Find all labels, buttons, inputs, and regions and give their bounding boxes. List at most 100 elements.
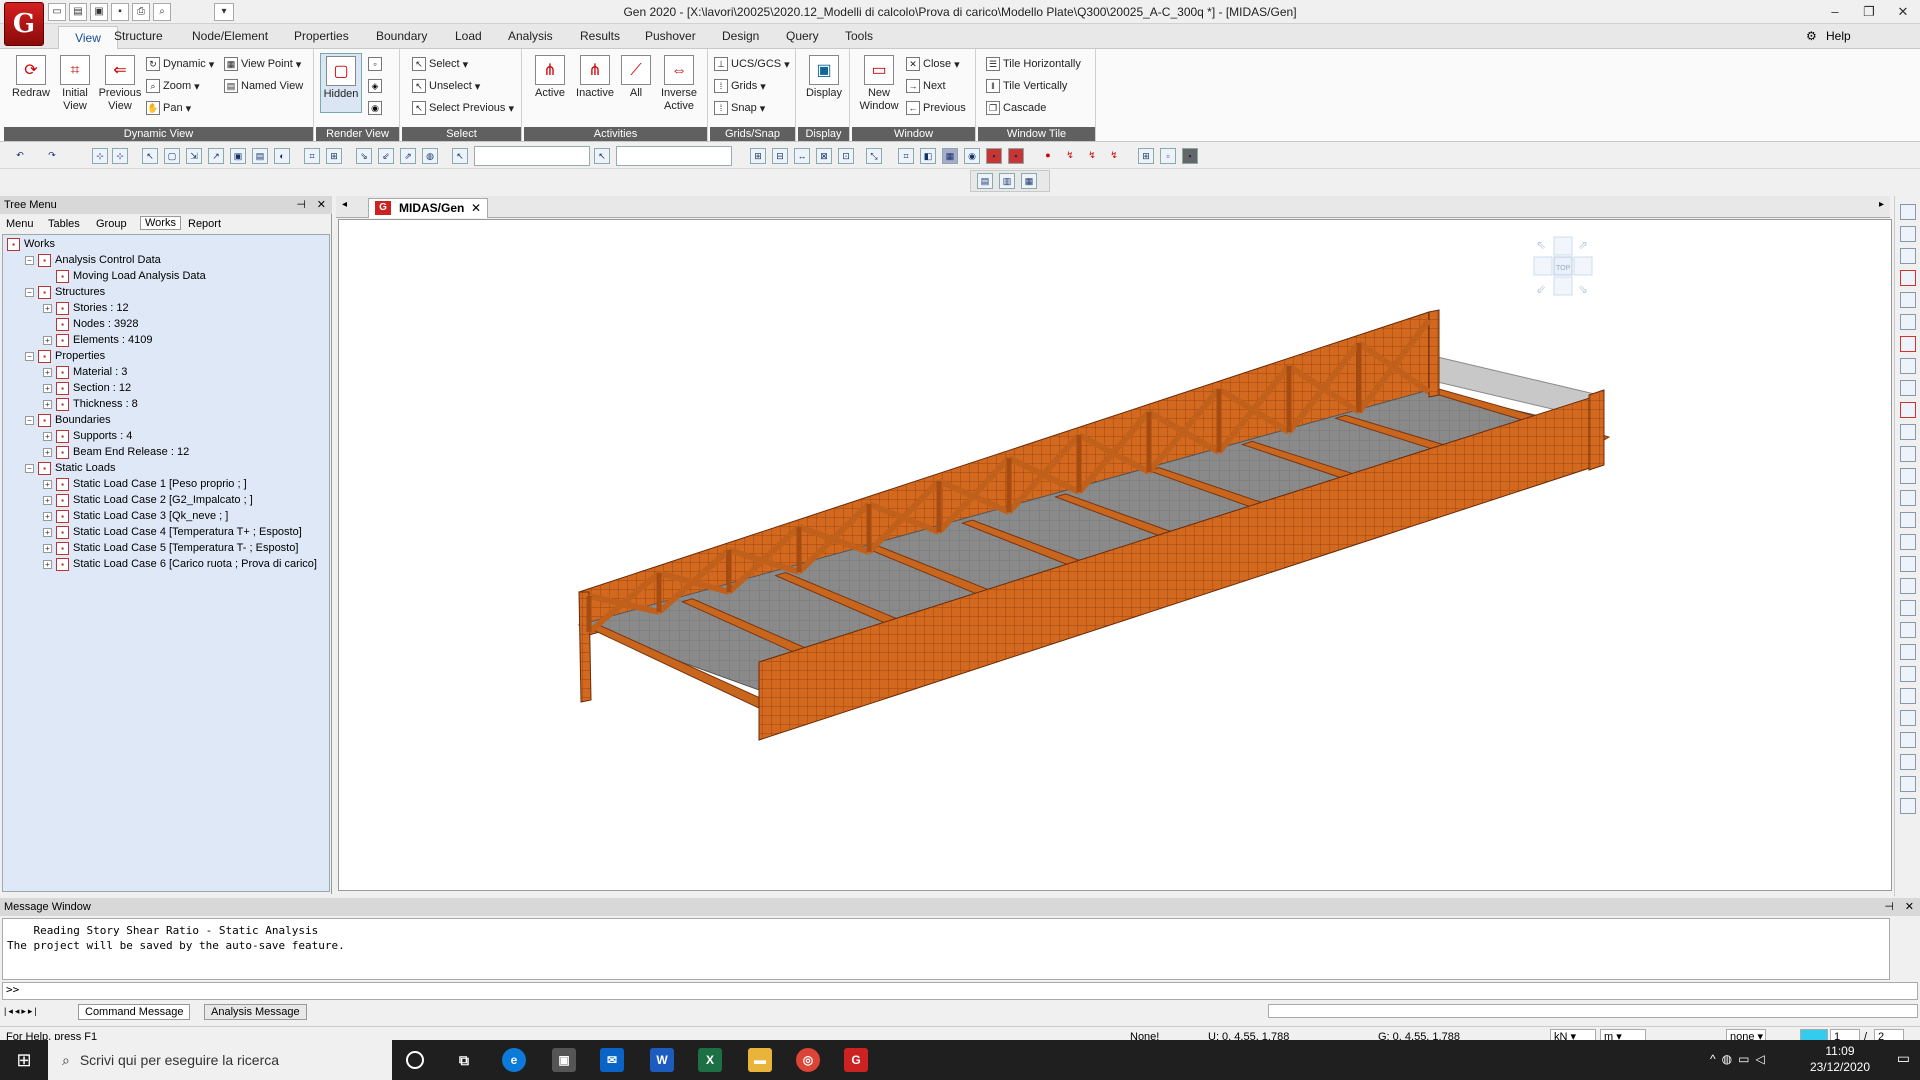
side-tool-icon[interactable]: [1900, 226, 1916, 242]
tab-pushover[interactable]: Pushover: [645, 29, 696, 43]
tree-node[interactable]: + ▪ Static Load Case 3 [Qk_neve ; ]: [43, 509, 228, 523]
tree-expander-icon[interactable]: −: [25, 255, 34, 265]
tree-expander-icon[interactable]: −: [25, 415, 34, 425]
dynamic-button[interactable]: ↻ Dynamic ▾: [146, 55, 214, 73]
side-tool-icon[interactable]: [1900, 688, 1916, 704]
tree-node[interactable]: − ▪ Structures: [25, 285, 105, 299]
tool-icon[interactable]: ▪: [986, 148, 1002, 164]
tree-node[interactable]: + ▪ Thickness : 8: [43, 397, 138, 411]
store-icon[interactable]: ▣: [552, 1048, 576, 1072]
unselect-button[interactable]: ↖ Unselect ▾: [412, 77, 480, 95]
render-options-icon[interactable]: ◉: [368, 101, 382, 115]
tab-query[interactable]: Query: [786, 29, 819, 43]
tool-icon[interactable]: ◉: [964, 148, 980, 164]
inactive-button[interactable]: ⋔ Inactive: [572, 55, 618, 100]
tree-expander-icon[interactable]: +: [43, 399, 52, 409]
pin-icon[interactable]: ⊣: [1884, 898, 1894, 916]
midas-taskbar-icon[interactable]: G: [844, 1048, 868, 1072]
side-tool-icon[interactable]: [1900, 556, 1916, 572]
tree-node[interactable]: ▪ Works: [7, 237, 55, 251]
tree-tab-group[interactable]: Group: [96, 218, 127, 230]
tree-tab-report[interactable]: Report: [188, 218, 221, 230]
tool-icon[interactable]: ⇗: [400, 148, 416, 164]
tool-icon[interactable]: ▦: [942, 148, 958, 164]
tree-expander-icon[interactable]: +: [43, 479, 52, 489]
tool-icon[interactable]: ↯: [1084, 148, 1100, 164]
side-tool-icon[interactable]: [1900, 380, 1916, 396]
tree-node[interactable]: + ▪ Section : 12: [43, 381, 131, 395]
perspective-icon[interactable]: ◈: [368, 79, 382, 93]
tree-expander-icon[interactable]: −: [25, 287, 34, 297]
file-explorer-icon[interactable]: ▬: [748, 1048, 772, 1072]
redraw-button[interactable]: ⟳ Redraw: [8, 55, 54, 100]
side-tool-icon[interactable]: [1900, 358, 1916, 374]
excel-icon[interactable]: X: [698, 1048, 722, 1072]
view-point-button[interactable]: ▦ View Point ▾: [224, 55, 301, 73]
side-tool-icon[interactable]: [1900, 776, 1916, 792]
tree-expander-icon[interactable]: +: [43, 543, 52, 553]
select-tool-icon[interactable]: ↖: [452, 148, 468, 164]
tree-node[interactable]: +▪Moving Load Analysis Data: [43, 269, 206, 283]
tree-tab-works[interactable]: Works: [140, 216, 181, 230]
taskbar-clock[interactable]: 11:09 23/12/2020: [1810, 1043, 1870, 1075]
named-view-button[interactable]: ▤ Named View: [224, 77, 303, 95]
side-tool-icon[interactable]: [1900, 336, 1916, 352]
tool-icon[interactable]: ▤: [977, 173, 993, 189]
bridge-model[interactable]: TOP ⇖ ⇗ ⇙ ⇘: [339, 220, 1891, 890]
side-tool-icon[interactable]: [1900, 314, 1916, 330]
inverse-active-button[interactable]: ⇔ Inverse Active: [654, 55, 704, 113]
side-tool-icon[interactable]: [1900, 468, 1916, 484]
tool-icon[interactable]: ▪: [1008, 148, 1024, 164]
tool-icon[interactable]: ◍: [422, 148, 438, 164]
pick-icon[interactable]: ↖: [594, 148, 610, 164]
tree-node[interactable]: − ▪ Boundaries: [25, 413, 111, 427]
side-tool-icon[interactable]: [1900, 600, 1916, 616]
edge-icon[interactable]: e: [502, 1048, 526, 1072]
shrink-icon[interactable]: ▫: [368, 57, 382, 71]
hidden-button[interactable]: ▢ Hidden: [320, 53, 362, 113]
tree-node[interactable]: + ▪ Static Load Case 4 [Temperatura T+ ; E…: [43, 525, 302, 539]
initial-view-button[interactable]: ⌗ Initial View: [54, 55, 96, 113]
tab-properties[interactable]: Properties: [294, 29, 349, 43]
tool-icon[interactable]: ◐: [274, 148, 290, 164]
tab-tools[interactable]: Tools: [845, 29, 873, 43]
taskbar-search[interactable]: ⌕ Scrivi qui per eseguire la ricerca: [48, 1040, 392, 1080]
tree-tab-menu[interactable]: Menu: [6, 218, 34, 230]
select-previous-button[interactable]: ↖ Select Previous ▾: [412, 99, 514, 117]
tree-expander-icon[interactable]: −: [25, 351, 34, 361]
tree-expander-icon[interactable]: +: [43, 559, 52, 569]
side-tool-icon[interactable]: [1900, 666, 1916, 682]
select-button[interactable]: ↖ Select ▾: [412, 55, 468, 73]
tile-horizontally-button[interactable]: ☰ Tile Horizontally: [986, 55, 1081, 73]
side-tool-icon[interactable]: [1900, 622, 1916, 638]
tab-results[interactable]: Results: [580, 29, 620, 43]
command-prompt[interactable]: >>: [2, 982, 1918, 1000]
cortana-icon[interactable]: [406, 1051, 424, 1069]
tree-expander-icon[interactable]: +: [43, 303, 52, 313]
select-combo-2[interactable]: [616, 146, 732, 166]
tab-command-message[interactable]: Command Message: [78, 1004, 191, 1020]
tool-icon[interactable]: ↯: [1106, 148, 1122, 164]
tool-icon[interactable]: ⊟: [772, 148, 788, 164]
tree-node[interactable]: + ▪ Static Load Case 2 [G2_Impalcato ; ]: [43, 493, 253, 507]
tool-icon[interactable]: ▦: [1021, 173, 1037, 189]
select-combo[interactable]: [474, 146, 590, 166]
tree-expander-icon[interactable]: +: [43, 431, 52, 441]
pan-button[interactable]: ✋ Pan ▾: [146, 99, 191, 117]
tab-analysis-message[interactable]: Analysis Message: [204, 1004, 307, 1020]
tool-icon[interactable]: ▥: [999, 173, 1015, 189]
tree-node[interactable]: − ▪ Static Loads: [25, 461, 116, 475]
tree-expander-icon[interactable]: +: [43, 495, 52, 505]
pin-icon[interactable]: ⊣: [296, 196, 306, 214]
tool-icon[interactable]: ▤: [252, 148, 268, 164]
side-tool-icon[interactable]: [1900, 490, 1916, 506]
side-tool-icon[interactable]: [1900, 248, 1916, 264]
side-tool-icon[interactable]: [1900, 270, 1916, 286]
tree-expander-icon[interactable]: +: [43, 447, 52, 457]
tab-analysis[interactable]: Analysis: [508, 29, 553, 43]
tool-icon[interactable]: ◧: [920, 148, 936, 164]
tree-expander-icon[interactable]: +: [43, 335, 52, 345]
view-cube[interactable]: TOP ⇖ ⇗ ⇙ ⇘: [1533, 236, 1593, 296]
active-button[interactable]: ⋔ Active: [530, 55, 570, 100]
previous-window-button[interactable]: ← Previous: [906, 99, 966, 117]
